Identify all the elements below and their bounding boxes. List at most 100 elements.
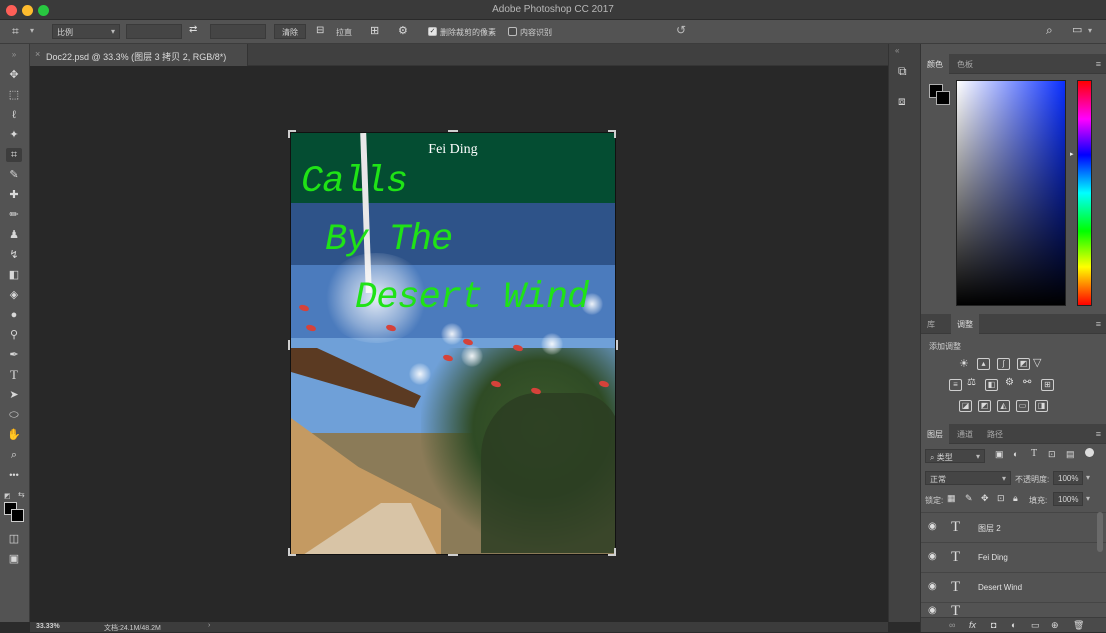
chevron-down-icon[interactable]: ▾: [1086, 473, 1090, 482]
screen-mode-icon[interactable]: ▣: [6, 552, 22, 566]
crop-handle-bottom-left[interactable]: [288, 548, 296, 556]
eye-icon[interactable]: ◉: [928, 606, 940, 616]
crop-handle-bottom-right[interactable]: [608, 548, 616, 556]
adjustment-layer-icon[interactable]: ◐: [1011, 620, 1016, 630]
crop-handle-left[interactable]: [288, 340, 290, 350]
tab-color[interactable]: 颜色: [921, 54, 949, 74]
hue-saturation-icon[interactable]: ≡: [949, 379, 962, 391]
new-group-icon[interactable]: ▭: [1031, 620, 1040, 631]
straighten-icon[interactable]: ⊟: [316, 25, 324, 40]
gradient-map-icon[interactable]: ▭: [1016, 400, 1029, 412]
default-colors-icon[interactable]: ◩: [4, 492, 11, 500]
chevron-down-icon[interactable]: ▾: [1086, 494, 1090, 503]
workspace-icon[interactable]: ▭: [1072, 23, 1082, 38]
posterize-icon[interactable]: ◩: [978, 400, 991, 412]
crop-handle-bottom[interactable]: [448, 554, 458, 556]
selective-color-icon[interactable]: ◨: [1035, 400, 1048, 412]
hue-slider-marker-icon[interactable]: ▸: [1070, 150, 1074, 158]
clear-button[interactable]: 清除: [274, 24, 306, 39]
layer-filter-select[interactable]: ⌕ 类型 ▾: [925, 449, 985, 463]
panel-menu-icon[interactable]: ≡: [1096, 319, 1101, 329]
color-field[interactable]: [956, 80, 1066, 306]
shape-tool-icon[interactable]: ⬭: [6, 408, 22, 422]
blur-tool-icon[interactable]: ●: [6, 308, 22, 322]
hand-tool-icon[interactable]: ✋: [6, 428, 22, 442]
fill-field[interactable]: 100%: [1053, 492, 1083, 506]
move-tool-icon[interactable]: ✥: [6, 68, 22, 82]
panel-background-swatch[interactable]: [936, 91, 950, 105]
filter-smart-object-icon[interactable]: ▤: [1066, 449, 1075, 460]
tab-paths[interactable]: 路径: [981, 424, 1009, 444]
gear-icon[interactable]: ⚙: [398, 24, 408, 39]
swap-icon[interactable]: ⇄: [189, 24, 197, 39]
layer-row-partial[interactable]: ◉ T: [921, 602, 1106, 619]
link-layers-icon[interactable]: ∞: [949, 620, 955, 630]
grid-overlay-icon[interactable]: ⊞: [370, 24, 379, 39]
paint-bucket-tool-icon[interactable]: ◈: [6, 288, 22, 302]
eye-icon[interactable]: ◉: [928, 552, 940, 562]
lock-artboard-icon[interactable]: ⊡: [997, 493, 1005, 504]
layer-row[interactable]: ◉ T 图层 2: [921, 512, 1106, 542]
document-tab[interactable]: × Doc22.psd @ 33.3% (图层 3 拷贝 2, RGB/8*): [30, 44, 248, 66]
zoom-tool-icon[interactable]: ⌕: [6, 448, 22, 462]
delete-cropped-checkbox[interactable]: ✓: [428, 27, 437, 36]
swap-colors-icon[interactable]: ⇆: [18, 490, 25, 499]
history-panel-icon[interactable]: ⧉: [898, 64, 907, 79]
filter-type-icon[interactable]: T: [1031, 448, 1037, 459]
status-expand-icon[interactable]: ›: [208, 622, 210, 629]
threshold-icon[interactable]: ◭: [997, 400, 1010, 412]
lock-all-icon[interactable]: 🔒︎: [1013, 493, 1018, 504]
more-tools-icon[interactable]: •••: [6, 468, 22, 482]
reset-icon[interactable]: ↺: [676, 23, 686, 38]
invert-icon[interactable]: ◪: [959, 400, 972, 412]
curves-icon[interactable]: ∫: [997, 358, 1010, 370]
close-tab-icon[interactable]: ×: [35, 49, 40, 59]
tab-layers[interactable]: 图层: [921, 424, 949, 444]
chevron-down-icon[interactable]: ▾: [30, 26, 34, 41]
tab-channels[interactable]: 通道: [951, 424, 979, 444]
quick-mask-icon[interactable]: ◫: [6, 532, 22, 546]
pen-tool-icon[interactable]: ✒: [6, 348, 22, 362]
trash-icon[interactable]: 🗑︎: [1073, 620, 1084, 631]
tab-adjustments[interactable]: 调整: [951, 314, 979, 334]
history-brush-tool-icon[interactable]: ↯: [6, 248, 22, 262]
layer-row[interactable]: ◉ T Desert Wind: [921, 572, 1106, 602]
straighten-label[interactable]: 拉直: [336, 27, 352, 38]
crop-tool-icon[interactable]: ⌗: [6, 148, 22, 162]
levels-icon[interactable]: ▴: [977, 358, 990, 370]
clone-stamp-tool-icon[interactable]: ♟: [6, 228, 22, 242]
search-icon[interactable]: ⌕: [1046, 23, 1053, 38]
crop-icon[interactable]: ⌗: [12, 24, 19, 39]
dodge-tool-icon[interactable]: ⚲: [6, 328, 22, 342]
filter-toggle-icon[interactable]: [1085, 448, 1094, 457]
canvas-area[interactable]: Fei Ding Calls By The Desert Wind: [30, 66, 888, 622]
crop-handle-top[interactable]: [448, 130, 458, 132]
content-aware-checkbox[interactable]: [508, 27, 517, 36]
color-balance-icon[interactable]: ⚖: [967, 377, 976, 388]
opacity-field[interactable]: 100%: [1053, 471, 1083, 485]
lasso-tool-icon[interactable]: ℓ: [6, 108, 22, 122]
chevron-down-icon[interactable]: ▾: [1088, 26, 1092, 41]
width-field[interactable]: [126, 24, 182, 39]
lock-paint-icon[interactable]: ✎: [965, 493, 973, 504]
ratio-select[interactable]: 比例 ▾: [52, 24, 120, 39]
eyedropper-tool-icon[interactable]: ✎: [6, 168, 22, 182]
black-white-icon[interactable]: ◧: [985, 379, 998, 391]
collapse-icon[interactable]: »: [6, 48, 22, 62]
crop-handle-top-right[interactable]: [608, 130, 616, 138]
brightness-icon[interactable]: ☀: [959, 357, 969, 370]
crop-handle-top-left[interactable]: [288, 130, 296, 138]
panel-menu-icon[interactable]: ≡: [1096, 59, 1101, 69]
layer-row[interactable]: ◉ T Fei Ding: [921, 542, 1106, 572]
filter-shape-icon[interactable]: ⊡: [1048, 449, 1056, 460]
channel-mixer-icon[interactable]: ⚯: [1023, 377, 1031, 388]
zoom-level[interactable]: 33.33%: [36, 623, 60, 630]
magic-wand-tool-icon[interactable]: ✦: [6, 128, 22, 142]
tab-swatches[interactable]: 色板: [951, 54, 979, 74]
healing-brush-tool-icon[interactable]: ✚: [6, 188, 22, 202]
artwork-canvas[interactable]: Fei Ding Calls By The Desert Wind: [290, 132, 616, 555]
vibrance-icon[interactable]: ▽: [1033, 356, 1041, 369]
panel-menu-icon[interactable]: ≡: [1096, 429, 1101, 439]
properties-panel-icon[interactable]: ⧈: [898, 94, 906, 109]
blend-mode-select[interactable]: 正常 ▾: [925, 471, 1011, 485]
